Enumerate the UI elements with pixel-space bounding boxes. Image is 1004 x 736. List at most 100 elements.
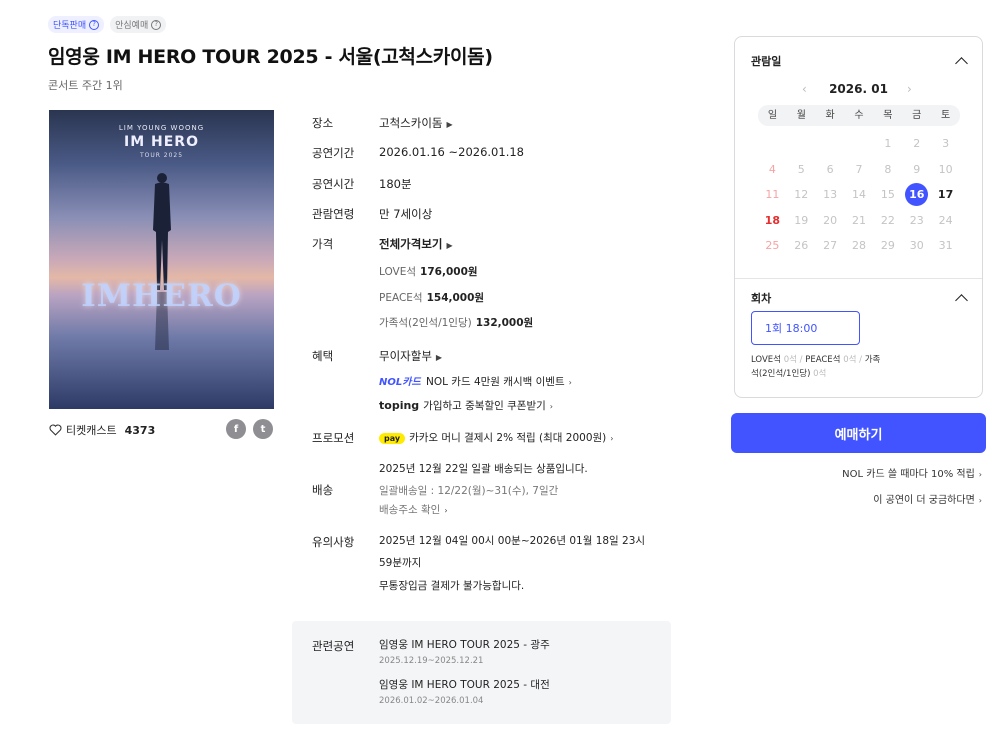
duration-label: 공연시간 bbox=[312, 177, 355, 191]
like-button[interactable]: 티켓캐스트 4373 bbox=[49, 422, 155, 438]
heart-outline-icon bbox=[49, 424, 62, 436]
calendar-day: 11 bbox=[758, 182, 787, 208]
related-item-dates: 2026.01.02~2026.01.04 bbox=[379, 696, 484, 706]
calendar-day: 28 bbox=[845, 233, 874, 259]
calendar-day: 5 bbox=[787, 157, 816, 183]
venue-link[interactable]: 고척스카이돔 ▶ bbox=[379, 115, 453, 131]
notice-line-2: 59분까지 bbox=[379, 557, 422, 569]
related-label: 관련공연 bbox=[312, 639, 355, 653]
poster-heading: IM HERO bbox=[124, 134, 199, 150]
calendar-day-number: 17 bbox=[937, 188, 954, 201]
nol-card-promo-link[interactable]: NOL 카드 쓸 때마다 10% 적립 › bbox=[842, 465, 982, 480]
calendar-day-number: 1 bbox=[884, 137, 892, 150]
next-month-button[interactable]: › bbox=[907, 82, 912, 96]
date-section-title: 관람일 bbox=[751, 55, 782, 68]
calendar-day: 30 bbox=[902, 233, 931, 259]
related-item-daejeon[interactable]: 임영웅 IM HERO TOUR 2025 - 대전 bbox=[379, 677, 550, 692]
more-info-link[interactable]: 이 공연이 더 궁금하다면 › bbox=[873, 491, 982, 506]
calendar-day-number: 11 bbox=[765, 188, 780, 201]
calendar-day-number: 22 bbox=[880, 213, 895, 227]
promotion-label: 프로모션 bbox=[312, 431, 355, 445]
weekday-label: 화 bbox=[825, 110, 835, 121]
book-now-button[interactable]: 예매하기 bbox=[731, 413, 986, 453]
calendar-day[interactable]: 18 bbox=[758, 208, 787, 234]
seat-availability: LOVE석 0석 / PEACE석 0석 / 가족석(2인석/1인당) 0석 bbox=[751, 353, 881, 381]
weekday-label: 월 bbox=[796, 110, 806, 121]
related-item-dates: 2025.12.19~2025.12.21 bbox=[379, 656, 484, 666]
installment-link[interactable]: 무이자할부 ▶ bbox=[379, 348, 442, 364]
chevron-up-icon[interactable] bbox=[955, 294, 968, 307]
question-icon[interactable]: ? bbox=[151, 19, 162, 30]
seat-type: PEACE석 bbox=[805, 355, 841, 365]
calendar-day-number: 10 bbox=[938, 162, 953, 176]
section-divider bbox=[735, 278, 982, 279]
caret-right-icon: ▶ bbox=[446, 120, 453, 129]
benefit-label: 혜택 bbox=[312, 349, 334, 363]
calendar-day-number: 21 bbox=[852, 213, 866, 227]
age-label: 관람연령 bbox=[312, 207, 355, 221]
calendar-day-number: 16 bbox=[905, 183, 929, 206]
chevron-right-icon: › bbox=[568, 378, 572, 387]
seat-price: 132,000원 bbox=[475, 317, 534, 329]
toping-coupon-link[interactable]: toping 가입하고 중복할인 쿠폰받기 › bbox=[379, 398, 553, 413]
calendar-day: 29 bbox=[873, 233, 902, 259]
calendar-day-number: 7 bbox=[855, 162, 863, 176]
calendar-day[interactable]: 16 bbox=[902, 182, 931, 208]
seat-name: 가족석(2인석/1인당) bbox=[379, 317, 472, 329]
seat-name: LOVE석 bbox=[379, 266, 417, 278]
delivery-label: 배송 bbox=[312, 483, 334, 497]
ranking-label[interactable]: 콘서트 주간 1위 bbox=[48, 77, 123, 93]
calendar-day: 3 bbox=[931, 131, 960, 157]
calendar-day-number: 12 bbox=[794, 188, 809, 201]
notice-line-3: 무통장입금 결제가 불가능합니다. bbox=[379, 580, 525, 592]
kakao-pay-promo-link[interactable]: pay 카카오 머니 결제시 2% 적립 (최대 2000원) › bbox=[379, 430, 613, 445]
separator: / bbox=[859, 355, 863, 365]
poster-figure bbox=[153, 173, 171, 350]
calendar-day-number: 29 bbox=[880, 239, 895, 252]
related-item-gwangju[interactable]: 임영웅 IM HERO TOUR 2025 - 광주 bbox=[379, 637, 550, 652]
calendar-empty-cell bbox=[787, 131, 816, 157]
exclusive-badge[interactable]: 단독판매 ? bbox=[48, 16, 105, 33]
period-value: 2026.01.16 ~2026.01.18 bbox=[379, 145, 524, 159]
calendar-day: 8 bbox=[873, 157, 902, 183]
calendar-week-row: 4 5 6 7 8 9 10 bbox=[758, 157, 960, 183]
seat-type: LOVE석 bbox=[751, 355, 781, 365]
calendar-day-number: 15 bbox=[880, 188, 895, 201]
seat-count: 0석 bbox=[843, 355, 857, 365]
twitter-share-icon[interactable]: t bbox=[253, 419, 273, 439]
caret-right-icon: ▶ bbox=[446, 241, 453, 250]
all-prices-link[interactable]: 전체가격보기 ▶ bbox=[379, 236, 453, 252]
calendar-day-number: 4 bbox=[768, 162, 776, 176]
facebook-share-icon[interactable]: f bbox=[226, 419, 246, 439]
calendar-day-number: 20 bbox=[823, 213, 838, 227]
safe-badge-label: 안심예매 bbox=[115, 21, 149, 31]
poster-image[interactable]: LIM YOUNG WOONG IM HERO TOUR 2025 IMHERO bbox=[49, 110, 274, 409]
poster-overlay-title: IMHERO bbox=[81, 278, 242, 314]
promo-text: 카카오 머니 결제시 2% 적립 (최대 2000원) bbox=[409, 432, 607, 444]
calendar-day[interactable]: 17 bbox=[931, 182, 960, 208]
calendar-day: 13 bbox=[816, 182, 845, 208]
safe-booking-badge[interactable]: 안심예매 ? bbox=[110, 16, 167, 33]
calendar-day-number: 23 bbox=[909, 213, 924, 227]
separator: / bbox=[799, 355, 803, 365]
period-label: 공연기간 bbox=[312, 146, 355, 160]
calendar-day: 22 bbox=[873, 208, 902, 234]
chevron-right-icon: › bbox=[978, 470, 982, 479]
calendar-day: 7 bbox=[845, 157, 874, 183]
chevron-up-icon[interactable] bbox=[955, 57, 968, 70]
calendar-day: 20 bbox=[816, 208, 845, 234]
calendar-empty-cell bbox=[816, 131, 845, 157]
calendar-day: 1 bbox=[873, 131, 902, 157]
price-row: PEACE석 154,000원 bbox=[379, 290, 484, 305]
venue-label: 장소 bbox=[312, 116, 334, 130]
nol-card-event-link[interactable]: NOL카드 NOL 카드 4만원 캐시백 이벤트 › bbox=[379, 373, 572, 389]
delivery-address-link[interactable]: 배송주소 확인 › bbox=[379, 502, 448, 517]
question-icon[interactable]: ? bbox=[89, 19, 100, 30]
page-title: 임영웅 IM HERO TOUR 2025 - 서울(고척스카이돔) bbox=[48, 46, 493, 68]
seat-price: 154,000원 bbox=[426, 292, 485, 304]
nol-event-text: NOL 카드 4만원 캐시백 이벤트 bbox=[426, 376, 565, 388]
calendar-day-number: 30 bbox=[909, 239, 924, 252]
round-1-button[interactable]: 1회 18:00 bbox=[751, 311, 860, 345]
calendar-day-number: 5 bbox=[797, 162, 805, 176]
calendar-day-number: 8 bbox=[884, 162, 892, 176]
